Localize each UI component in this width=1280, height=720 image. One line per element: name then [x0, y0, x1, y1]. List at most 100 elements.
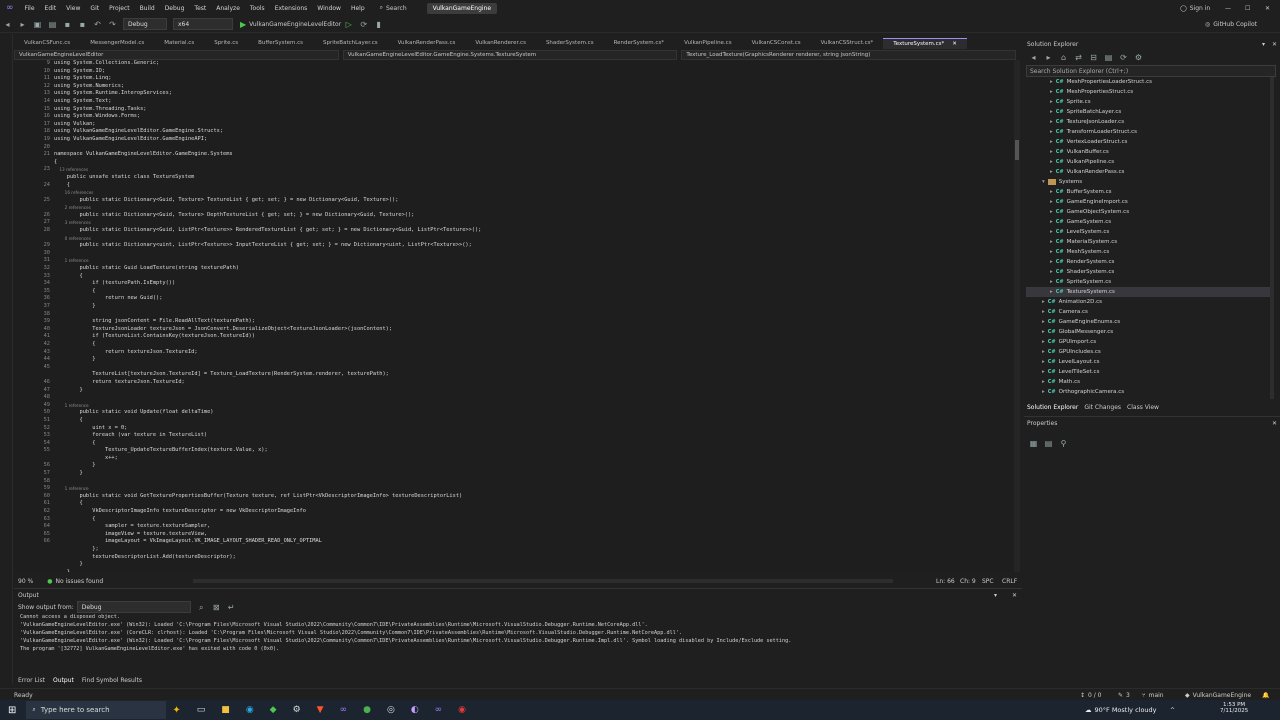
expand-chevron-icon[interactable]: ▸	[1050, 279, 1053, 285]
tab-solution-explorer[interactable]: Solution Explorer	[1027, 404, 1078, 411]
notifications-icon[interactable]: 🔔	[1262, 692, 1269, 699]
visual-studio-icon[interactable]: ∞	[340, 705, 348, 715]
solution-tree-item[interactable]: ▸ C# GlobalMessenger.cs	[1026, 327, 1272, 337]
save-icon[interactable]: ▪	[63, 20, 72, 29]
brave-icon[interactable]: ▼	[317, 705, 324, 715]
maximize-button[interactable]: ☐	[1245, 5, 1250, 12]
open-icon[interactable]: ▤	[48, 20, 57, 29]
tab-rendersystem[interactable]: RenderSystem.cs*	[604, 38, 674, 48]
tab-vulkanpipeline[interactable]: VulkanPipeline.cs	[674, 38, 742, 48]
solution-tree-item[interactable]: ▸ C# VulkanBuffer.cs	[1026, 147, 1272, 157]
expand-chevron-icon[interactable]: ▸	[1042, 379, 1045, 385]
undo-icon[interactable]: ↶	[93, 20, 102, 29]
expand-chevron-icon[interactable]: ▸	[1050, 119, 1053, 125]
tab-vulkancsstruct[interactable]: VulkanCSStruct.cs*	[811, 38, 884, 48]
tab-find-symbol-results[interactable]: Find Symbol Results	[82, 677, 142, 684]
tab-spritebatchlayer[interactable]: SpriteBatchLayer.cs	[313, 38, 388, 48]
solution-tree-item[interactable]: ▸ C# BufferSystem.cs	[1026, 187, 1272, 197]
solution-tree-item[interactable]: ▸ C# MeshSystem.cs	[1026, 247, 1272, 257]
codelens-references[interactable]: 1 reference	[54, 257, 1014, 265]
chrome-icon[interactable]: ●	[363, 705, 371, 715]
home-icon[interactable]: ⌂	[1059, 53, 1068, 62]
solution-tree-item[interactable]: ▸ C# MeshPropertiesStruct.cs	[1026, 87, 1272, 97]
editor-vertical-scrollbar[interactable]	[1014, 60, 1020, 572]
expand-chevron-icon[interactable]: ▸	[1050, 109, 1053, 115]
solution-tree-item[interactable]: ▸ C# ShaderSystem.cs	[1026, 267, 1272, 277]
solution-tree-item[interactable]: ▸ C# GameEngineEnums.cs	[1026, 317, 1272, 327]
github-desktop-icon[interactable]: ◐	[411, 705, 419, 715]
expand-chevron-icon[interactable]: ▸	[1042, 369, 1045, 375]
solution-tree-item[interactable]: ▸ C# TextureSystem.cs	[1026, 287, 1272, 297]
output-menu-icon[interactable]: ▾	[994, 592, 997, 599]
close-panel-icon[interactable]: ✕	[1272, 41, 1277, 48]
clear-all-icon[interactable]: ⊠	[212, 603, 221, 612]
word-wrap-icon[interactable]: ↵	[227, 603, 236, 612]
clock[interactable]: 1:53 PM 7/11/2025	[1220, 702, 1248, 714]
solution-tree-item[interactable]: ▸ C# VulkanRenderPass.cs	[1026, 167, 1272, 177]
tab-buffersystem[interactable]: BufferSystem.cs	[248, 38, 313, 48]
codelens-references[interactable]: 3 references	[54, 219, 1014, 227]
tab-shadersystem[interactable]: ShaderSystem.cs	[536, 38, 604, 48]
signin-button[interactable]: ◯ Sign in	[1180, 5, 1210, 12]
tab-error-list[interactable]: Error List	[18, 677, 45, 684]
menu-build[interactable]: Build	[135, 5, 160, 12]
find-icon[interactable]: ⌕	[197, 603, 206, 612]
save-all-icon[interactable]: ▪	[78, 20, 87, 29]
solution-tree-item[interactable]: ▸ C# GameSystem.cs	[1026, 217, 1272, 227]
close-tab-icon[interactable]: ✕	[952, 41, 957, 47]
nav-project-dropdown[interactable]: VulkanGameEngineLevelEditor	[14, 50, 339, 60]
forward-icon[interactable]: ▸	[18, 20, 27, 29]
solution-tree-item[interactable]: ▸ C# SpriteSystem.cs	[1026, 277, 1272, 287]
solution-tree-item[interactable]: ▸ C# LevelTileSet.cs	[1026, 367, 1272, 377]
back-icon[interactable]: ◂	[3, 20, 12, 29]
expand-chevron-icon[interactable]: ▸	[1050, 159, 1053, 165]
errors-indicator[interactable]: ↕ 0 / 0	[1080, 692, 1102, 699]
solution-tree-item[interactable]: ▸ C# Animation2D.cs	[1026, 297, 1272, 307]
solution-tree-item[interactable]: ▸ C# TransformLoaderStruct.cs	[1026, 127, 1272, 137]
solution-tree-item[interactable]: ▸ C# LevelSystem.cs	[1026, 227, 1272, 237]
expand-chevron-icon[interactable]: ▸	[1042, 389, 1045, 395]
solution-search-input[interactable]: Search Solution Explorer (Ctrl+;)	[1026, 65, 1276, 77]
branch-indicator[interactable]: ⑂ main	[1142, 692, 1164, 699]
solution-tree-item[interactable]: ▸ C# GameEngineImport.cs	[1026, 197, 1272, 207]
menu-git[interactable]: Git	[85, 5, 104, 12]
tab-texturesystem[interactable]: TextureSystem.cs* ✕	[883, 37, 967, 49]
hot-reload-icon[interactable]: ⟳	[359, 20, 368, 29]
solution-tree-item[interactable]: ▸ C# TextureJsonLoader.cs	[1026, 117, 1272, 127]
line-ending-indicator[interactable]: CRLF	[1002, 578, 1017, 585]
search-box[interactable]: ⌕ Search	[380, 4, 407, 12]
expand-chevron-icon[interactable]: ▸	[1042, 299, 1045, 305]
editor-scroll-thumb[interactable]	[1015, 140, 1019, 160]
solution-tree-item[interactable]: ▸ C# Sprite.cs	[1026, 97, 1272, 107]
expand-chevron-icon[interactable]: ▸	[1050, 89, 1053, 95]
menu-window[interactable]: Window	[312, 5, 346, 12]
solution-tree-item[interactable]: ▸ C# VertexLoaderStruct.cs	[1026, 137, 1272, 147]
recorder-icon[interactable]: ◉	[458, 705, 466, 715]
menu-test[interactable]: Test	[189, 5, 211, 12]
menu-debug[interactable]: Debug	[160, 5, 190, 12]
expand-chevron-icon[interactable]: ▸	[1050, 99, 1053, 105]
tab-vulkanrenderer[interactable]: VulkanRenderer.cs	[465, 38, 536, 48]
show-all-files-icon[interactable]: ▤	[1104, 53, 1113, 62]
run-without-debug-icon[interactable]: ▷	[344, 20, 353, 29]
platform-select[interactable]: x64	[173, 18, 233, 30]
menu-extensions[interactable]: Extensions	[270, 5, 313, 12]
code-editor[interactable]: using System.Collections.Generic; using S…	[54, 60, 1014, 572]
edge-icon[interactable]: ◉	[246, 705, 254, 715]
taskbar-search-box[interactable]: ⌕ Type here to search	[26, 701, 167, 719]
solution-tree-item[interactable]: ▸ C# LevelLayout.cs	[1026, 357, 1272, 367]
menu-file[interactable]: File	[20, 5, 40, 12]
collapse-all-icon[interactable]: ⊟	[1089, 53, 1098, 62]
properties-close-icon[interactable]: ✕	[1272, 420, 1277, 427]
expand-chevron-icon[interactable]: ▾	[1042, 179, 1045, 185]
codelens-references[interactable]: 1 reference	[54, 402, 1014, 410]
codelens-references[interactable]: 16 references	[54, 189, 1014, 197]
tab-git-changes[interactable]: Git Changes	[1084, 404, 1121, 411]
alphabetical-icon[interactable]: ▤	[1044, 439, 1053, 448]
property-pages-icon[interactable]: ⚲	[1059, 439, 1068, 448]
tab-vulkanrenderpass[interactable]: VulkanRenderPass.cs	[388, 38, 466, 48]
copilot-taskbar-icon[interactable]: ✦	[172, 705, 180, 716]
codelens-references[interactable]: 1 reference	[54, 485, 1014, 493]
expand-chevron-icon[interactable]: ▸	[1050, 169, 1053, 175]
expand-chevron-icon[interactable]: ▸	[1050, 189, 1053, 195]
